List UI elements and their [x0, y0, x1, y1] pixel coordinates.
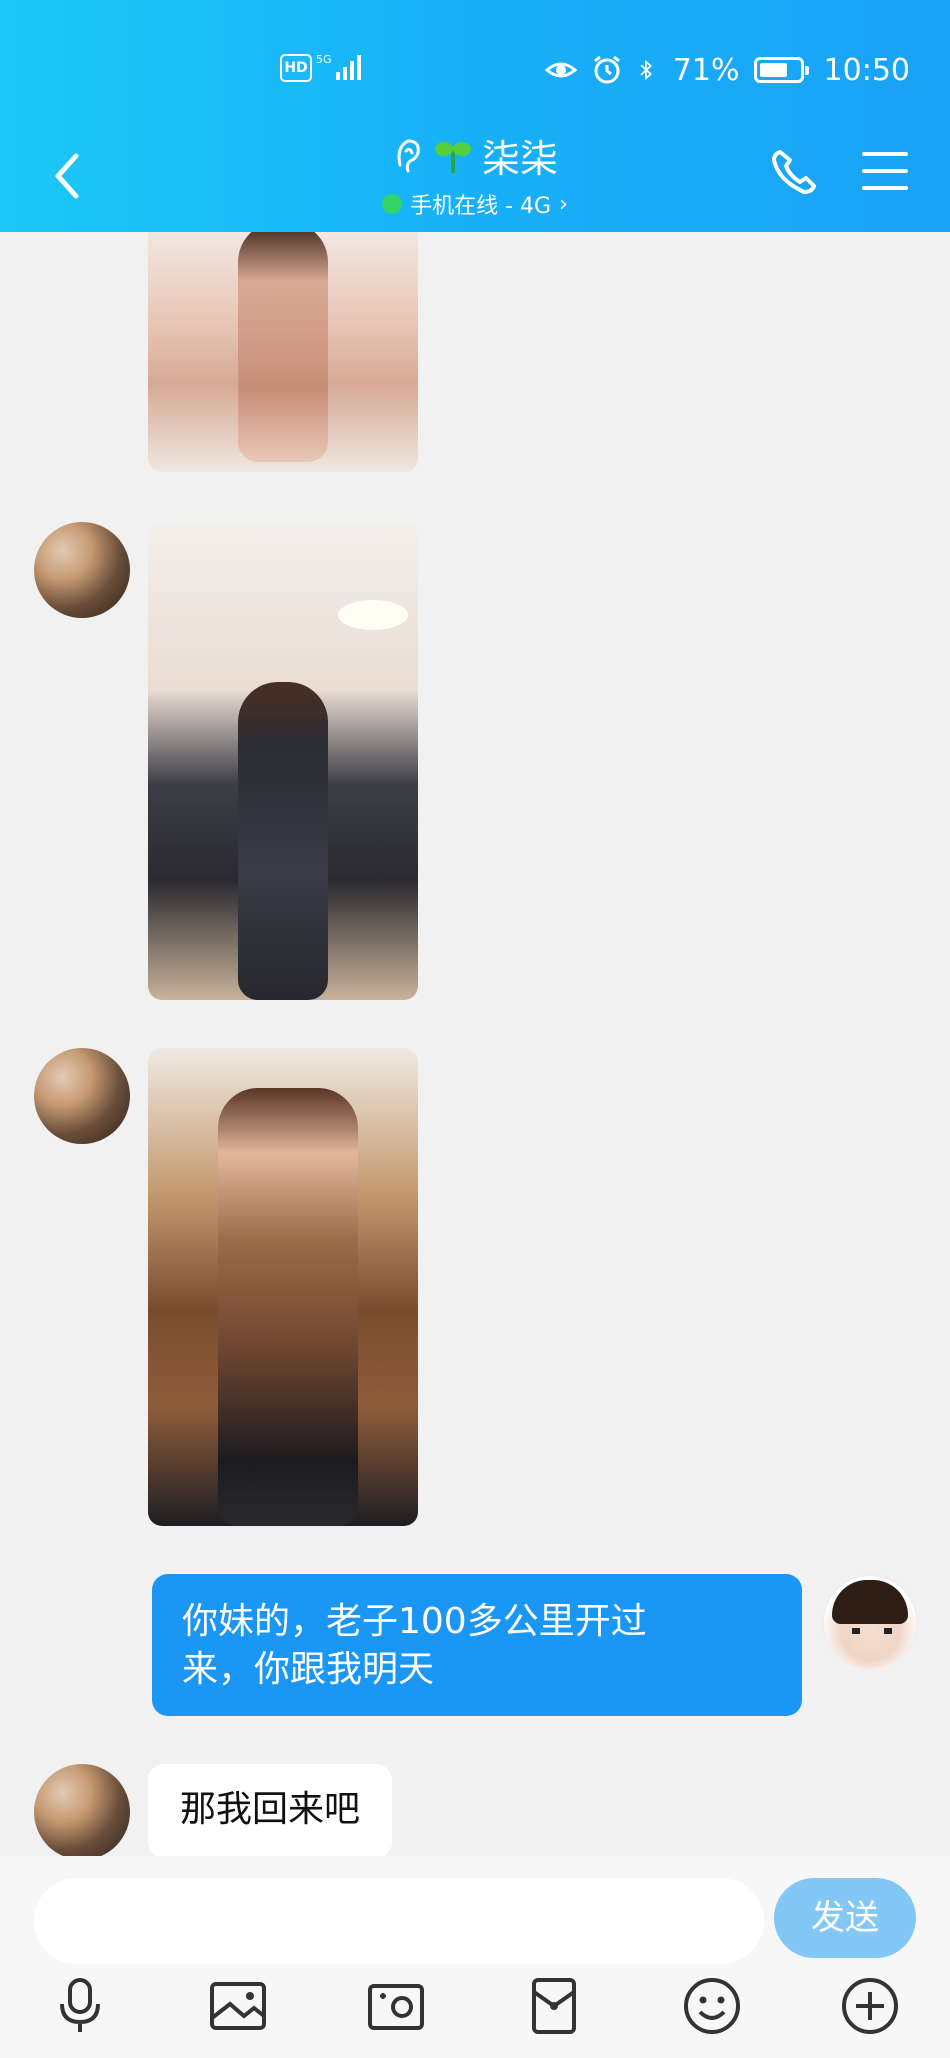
- message-input[interactable]: [34, 1878, 764, 1964]
- photo-icon[interactable]: [206, 1974, 270, 2038]
- nav-bar: 柒柒 手机在线 - 4G ›: [0, 130, 950, 230]
- hd-badge: HD: [280, 54, 312, 82]
- toolbar: [0, 1974, 950, 2054]
- menu-icon[interactable]: [862, 152, 908, 192]
- bluetooth-icon: [640, 59, 652, 81]
- emoji-icon[interactable]: [680, 1974, 744, 2038]
- image-message[interactable]: [148, 1048, 418, 1526]
- sent-message-bubble[interactable]: 你妹的，老子100多公里开过 来，你跟我明天: [152, 1574, 802, 1716]
- photo-figure: [238, 232, 328, 462]
- ceiling-light: [338, 600, 408, 630]
- message-list[interactable]: 你妹的，老子100多公里开过 来，你跟我明天 那我回来吧: [0, 232, 950, 1856]
- battery-percent: 71%: [672, 52, 740, 88]
- camera-icon[interactable]: [364, 1974, 428, 2038]
- composer: 发送: [0, 1856, 950, 2058]
- contact-name: 柒柒: [481, 136, 558, 181]
- send-button[interactable]: 发送: [774, 1878, 916, 1958]
- status-bar: HD 5G 71% 10:50: [0, 48, 950, 92]
- eye-icon: [544, 62, 577, 78]
- contact-avatar[interactable]: [34, 1048, 130, 1144]
- received-message-bubble[interactable]: 那我回来吧: [148, 1764, 393, 1856]
- photo-figure: [218, 1088, 358, 1526]
- sprout-icon: [434, 142, 471, 173]
- svg-text:5G: 5G: [316, 53, 332, 66]
- clock: 10:50: [823, 52, 910, 88]
- image-message[interactable]: [148, 522, 418, 1000]
- online-dot: [382, 194, 403, 214]
- plus-icon[interactable]: [838, 1974, 902, 2038]
- alarm-icon: [593, 55, 620, 84]
- red-packet-icon[interactable]: [522, 1974, 586, 2038]
- chat-header: HD 5G 71% 10:50 柒柒 手机在线 - 4G ›: [0, 0, 950, 232]
- message-line: 你妹的，老子100多公里开过: [182, 1601, 647, 1642]
- signal-icon: 5G: [316, 53, 361, 80]
- microphone-icon[interactable]: [48, 1974, 112, 2038]
- status-right: 71% 10:50: [544, 48, 910, 92]
- ear-icon: [397, 139, 420, 173]
- contact-avatar[interactable]: [34, 522, 130, 618]
- battery-icon: [753, 57, 809, 83]
- phone-icon[interactable]: [768, 146, 820, 198]
- contact-avatar[interactable]: [34, 1764, 130, 1856]
- my-avatar[interactable]: [822, 1574, 918, 1670]
- message-line: 来，你跟我明天: [182, 1649, 435, 1690]
- image-message[interactable]: [148, 232, 418, 472]
- photo-figure: [238, 682, 328, 1000]
- online-status: 手机在线 - 4G: [410, 194, 552, 219]
- chevron-right-icon: ›: [559, 191, 568, 217]
